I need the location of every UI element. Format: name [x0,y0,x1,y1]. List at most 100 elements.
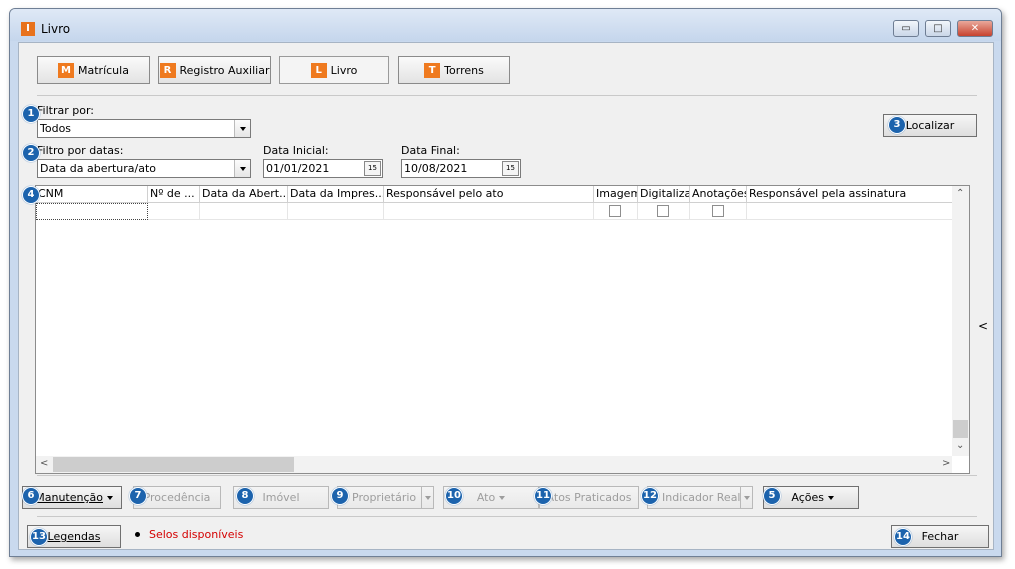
bullet-icon [135,532,140,537]
table-cell[interactable] [148,203,200,220]
manutencao-label: Manutenção [35,491,103,504]
caret-down-icon [107,495,113,500]
filter-value: Todos [40,122,72,135]
column-header[interactable]: Nº de ... [148,186,200,203]
calendar-icon[interactable]: 15 [502,161,519,176]
date-filter-select[interactable]: Data da abertura/ato [37,159,251,178]
proprietario-button[interactable]: Proprietário [337,486,433,509]
horizontal-scrollbar[interactable]: < > [36,456,952,473]
m-icon: M [58,62,75,78]
minimize-button[interactable]: ▭ [893,20,919,37]
close-window-button[interactable]: ✕ [957,20,993,37]
badge-2: 2 [22,144,40,162]
selos-disponiveis-link[interactable]: Selos disponíveis [149,528,243,541]
t-icon: T [424,62,441,78]
table-cell[interactable] [288,203,384,220]
imovel-label: Imóvel [262,491,300,504]
column-header[interactable]: Data da Abert... [200,186,288,203]
tab-registro-auxiliar[interactable]: R Registro Auxiliar [158,56,271,84]
tab-label: Livro [330,63,358,77]
tabs-divider [37,95,977,96]
column-header[interactable]: Anotações [690,186,747,203]
scroll-thumb[interactable] [953,420,968,438]
table-cell[interactable] [36,203,148,220]
scroll-thumb[interactable] [53,457,294,472]
caret-down-icon [828,495,834,500]
chevron-down-icon[interactable] [234,160,250,177]
column-header[interactable]: CNM [36,186,148,203]
date-filter-label: Filtro por datas: [37,144,124,157]
tab-torrens[interactable]: T Torrens [398,56,510,84]
date-start-label: Data Inicial: [263,144,329,157]
caret-down-icon [499,495,506,500]
date-end-value: 10/08/2021 [404,162,468,175]
filter-label: Filtrar por: [37,104,94,117]
tab-label: Torrens [444,63,484,77]
column-header[interactable]: Imagem [594,186,638,203]
column-header[interactable]: Responsável pela assinatura [747,186,954,203]
date-end-input[interactable]: 10/08/2021 15 [401,159,521,178]
badge-1: 1 [22,105,40,123]
proprietario-dropdown[interactable] [421,486,434,509]
indicador-real-dropdown[interactable] [740,486,753,509]
date-start-value: 01/01/2021 [266,162,330,175]
indicador-real-label: Indicador Real [662,491,741,504]
chevron-left-icon[interactable]: < [40,458,48,469]
table-cell[interactable] [200,203,288,220]
column-header[interactable]: Responsável pelo ato [384,186,594,203]
date-filter-value: Data da abertura/ato [40,162,157,175]
actions-divider [37,516,977,517]
caret-down-icon [424,495,431,500]
digitalizar-checkbox[interactable] [657,205,669,217]
badge-8: 8 [236,487,254,505]
tab-label: Registro Auxiliar [179,63,270,77]
proprietario-label: Proprietário [352,491,417,504]
tab-matricula[interactable]: M Matrícula [37,56,150,84]
badge-4: 4 [22,186,40,204]
window-title: Livro [41,22,71,36]
chevron-up-icon[interactable]: ⌃ [956,188,964,199]
results-table[interactable]: CNM Nº de ... Data da Abert... Data da I… [35,185,970,474]
title-bar: I Livro ▭ □ ✕ [10,9,1001,41]
badge-6: 6 [22,487,40,505]
chevron-right-icon[interactable]: > [942,458,950,469]
imagem-checkbox[interactable] [609,205,621,217]
procedencia-label: Procedência [143,491,211,504]
ato-label: Ato [476,491,496,504]
legendas-label: Legendas [47,530,101,543]
badge-14: 14 [894,528,912,546]
badge-5: 5 [763,487,781,505]
chevron-down-icon[interactable] [234,120,250,137]
indicador-real-button[interactable]: Indicador Real [647,486,743,509]
tab-label: Matrícula [78,63,129,77]
caret-down-icon [743,495,750,500]
badge-10: 10 [445,487,463,505]
r-icon: R [159,62,176,78]
table-cell[interactable] [747,203,954,220]
acoes-label: Ações [791,491,824,504]
localizar-label: Localizar [905,119,955,132]
column-header[interactable]: Digitalizar [638,186,690,203]
livro-window: I Livro ▭ □ ✕ M Matrícula R Registro Aux… [9,8,1002,557]
chevron-down-icon[interactable]: ⌄ [956,440,964,451]
badge-7: 7 [129,487,147,505]
table-cell[interactable] [384,203,594,220]
client-area: M Matrícula R Registro Auxiliar L Livro … [18,42,994,550]
collapse-panel-arrow[interactable]: < [978,319,988,333]
date-start-input[interactable]: 01/01/2021 15 [263,159,383,178]
filter-select[interactable]: Todos [37,119,251,138]
fechar-label: Fechar [921,530,959,543]
badge-3: 3 [888,116,906,134]
calendar-icon[interactable]: 15 [364,161,381,176]
tab-livro[interactable]: L Livro [279,56,389,84]
badge-13: 13 [30,528,48,546]
anotacoes-checkbox[interactable] [712,205,724,217]
column-header[interactable]: Data da Impres... [288,186,384,203]
vertical-scrollbar[interactable]: ⌃ ⌄ [952,186,969,456]
l-icon: L [310,62,327,78]
app-icon: I [21,22,35,36]
atos-praticados-button[interactable]: Atos Praticados [539,486,639,509]
badge-9: 9 [331,487,349,505]
date-end-label: Data Final: [401,144,460,157]
maximize-button[interactable]: □ [925,20,951,37]
